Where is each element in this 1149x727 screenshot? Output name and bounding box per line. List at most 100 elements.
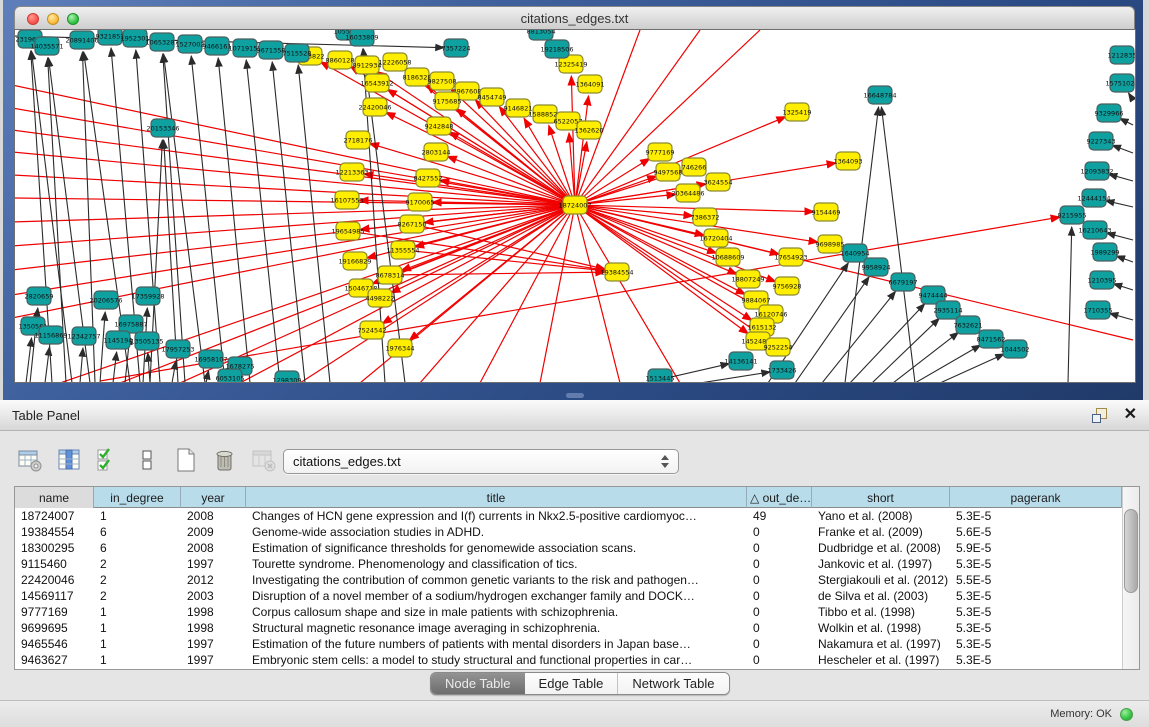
graph-node-label: 1325419 — [783, 108, 812, 116]
graph-node-label: 1733426 — [768, 366, 797, 374]
graph-node-label: 1364093 — [834, 157, 863, 165]
delete-column-icon[interactable] — [211, 447, 238, 474]
network-table-select-value: citations_edges.txt — [293, 454, 401, 469]
table-cell: 0 — [747, 524, 812, 540]
graph-node-label: 18724007 — [558, 201, 591, 209]
table-cell: Estimation of the future numbers of pati… — [246, 636, 747, 652]
table-cell: Nakamura et al. (1997) — [812, 636, 950, 652]
column-header-pagerank[interactable]: pagerank — [950, 487, 1122, 508]
column-header-short[interactable]: short — [812, 487, 950, 508]
table-row[interactable]: 946554611997Estimation of the future num… — [15, 636, 1122, 652]
table-row[interactable]: 2242004622012Investigating the contribut… — [15, 572, 1122, 588]
graph-node-label: 19654985 — [331, 227, 364, 235]
column-header-title[interactable]: title — [246, 487, 747, 508]
table-cell: 1998 — [181, 604, 246, 620]
table-cell: Wolkin et al. (1998) — [812, 620, 950, 636]
table-row[interactable]: 1872400712008Changes of HCN gene express… — [15, 508, 1122, 524]
create-column-icon[interactable] — [172, 447, 199, 474]
table-cell: 1997 — [181, 652, 246, 668]
table-cell: 2 — [94, 588, 181, 604]
citation-network-graph[interactable]: 1872400727181761221336316107553196549851… — [15, 30, 1135, 382]
table-cell: Disruption of a novel member of a sodium… — [246, 588, 747, 604]
column-header-out_de[interactable]: △ out_de… — [747, 487, 812, 508]
graph-node-label: 17957253 — [161, 345, 194, 353]
app-frame-right — [1143, 0, 1149, 400]
graph-node-label: 16210643 — [1078, 226, 1111, 234]
scrollbar-thumb[interactable] — [1124, 509, 1138, 593]
graph-node-label: 9227343 — [1087, 137, 1116, 145]
graph-edge — [15, 205, 575, 246]
graph-node-label: 16543912 — [360, 79, 393, 87]
table-cell: 6 — [94, 524, 181, 540]
graph-node-label: 14035571 — [30, 42, 63, 50]
graph-node-label: 20153346 — [146, 124, 179, 132]
column-header-year[interactable]: year — [181, 487, 246, 508]
graph-node-label: 1298309 — [273, 376, 302, 382]
table-row[interactable]: 1456911722003Disruption of a novel membe… — [15, 588, 1122, 604]
table-cell: 5.3E-5 — [950, 588, 1122, 604]
app-frame-left — [0, 0, 3, 400]
table-cell: 18300295 — [15, 540, 94, 556]
row-height-icon[interactable] — [133, 447, 160, 474]
graph-edge — [206, 371, 209, 382]
graph-node-label: 6679197 — [889, 278, 918, 286]
tab-edge-table[interactable]: Edge Table — [525, 673, 618, 694]
table-cell: 6 — [94, 540, 181, 556]
table-cell: 5.3E-5 — [950, 620, 1122, 636]
graph-node-label: 8912934 — [353, 61, 382, 69]
graph-node-label: 1212835 — [1108, 51, 1135, 59]
graph-node-label: 9671358 — [257, 46, 286, 54]
table-panel: Table Panel ✕ f(x) citat — [0, 400, 1149, 727]
graph-edge — [1120, 118, 1133, 125]
vertical-scrollbar[interactable] — [1122, 487, 1139, 669]
close-panel-icon[interactable]: ✕ — [1124, 407, 1137, 423]
network-table-select[interactable]: citations_edges.txt — [283, 449, 679, 474]
show-columns-icon[interactable] — [55, 447, 82, 474]
graph-node-label: 8215955 — [1058, 211, 1087, 219]
table-mode-icon[interactable] — [16, 447, 43, 474]
table-cell: 0 — [747, 572, 812, 588]
tab-network-table[interactable]: Network Table — [617, 673, 728, 694]
network-view-canvas[interactable]: 1872400727181761221336316107553196549851… — [15, 30, 1135, 382]
table-row[interactable]: 977716911998Corpus callosum shape and si… — [15, 604, 1122, 620]
table-row[interactable]: 1830029562008Estimation of significance … — [15, 540, 1122, 556]
table-row[interactable]: 946362711997Embryonic stem cells: a mode… — [15, 652, 1122, 668]
graph-node-label: 9329966 — [1095, 109, 1124, 117]
table-row[interactable]: 969969511998Structural magnetic resonanc… — [15, 620, 1122, 636]
graph-node-label: 1615132 — [748, 323, 777, 331]
graph-node-label: 746266 — [682, 163, 707, 171]
table-cell: 5.9E-5 — [950, 540, 1122, 556]
graph-node-label: 10653287 — [145, 38, 178, 46]
graph-node-label: 7632621 — [954, 321, 983, 329]
graph-edge — [700, 372, 770, 382]
graph-node-label: 1210395 — [1088, 276, 1117, 284]
column-header-name[interactable]: name — [15, 487, 94, 508]
table-cell: Dudbridge et al. (2008) — [812, 540, 950, 556]
graph-edge — [172, 361, 176, 382]
graph-node-label: 7357224 — [442, 44, 471, 52]
column-header-in_degree[interactable]: in_degree — [94, 487, 181, 508]
select-all-icon[interactable] — [94, 447, 121, 474]
table-cell: 19384554 — [15, 524, 94, 540]
float-panel-icon[interactable] — [1092, 407, 1108, 423]
graph-edge — [480, 205, 575, 382]
graph-node-label: 19218506 — [540, 45, 573, 53]
table-cell: 0 — [747, 652, 812, 668]
tab-node-table[interactable]: Node Table — [431, 673, 525, 694]
table-cell: Hescheler et al. (1997) — [812, 652, 950, 668]
network-window-titlebar[interactable]: citations_edges.txt — [14, 6, 1135, 30]
table-cell: 1997 — [181, 556, 246, 572]
import-table-icon[interactable] — [250, 447, 277, 474]
table-cell: 0 — [747, 540, 812, 556]
table-cell: de Silva et al. (2003) — [812, 588, 950, 604]
table-body: 1872400712008Changes of HCN gene express… — [15, 508, 1122, 669]
table-row[interactable]: 911546021997Tourette syndrome. Phenomeno… — [15, 556, 1122, 572]
table-type-tabs: Node TableEdge TableNetwork Table — [430, 672, 730, 695]
graph-edge — [822, 291, 895, 382]
table-cell: 18724007 — [15, 508, 94, 524]
memory-status-indicator-icon[interactable] — [1120, 708, 1133, 721]
table-cell: 5.3E-5 — [950, 652, 1122, 668]
panel-splitter-grip[interactable] — [566, 393, 584, 398]
graph-node-label: 19166829 — [338, 257, 371, 265]
table-row[interactable]: 1938455462009Genome-wide association stu… — [15, 524, 1122, 540]
